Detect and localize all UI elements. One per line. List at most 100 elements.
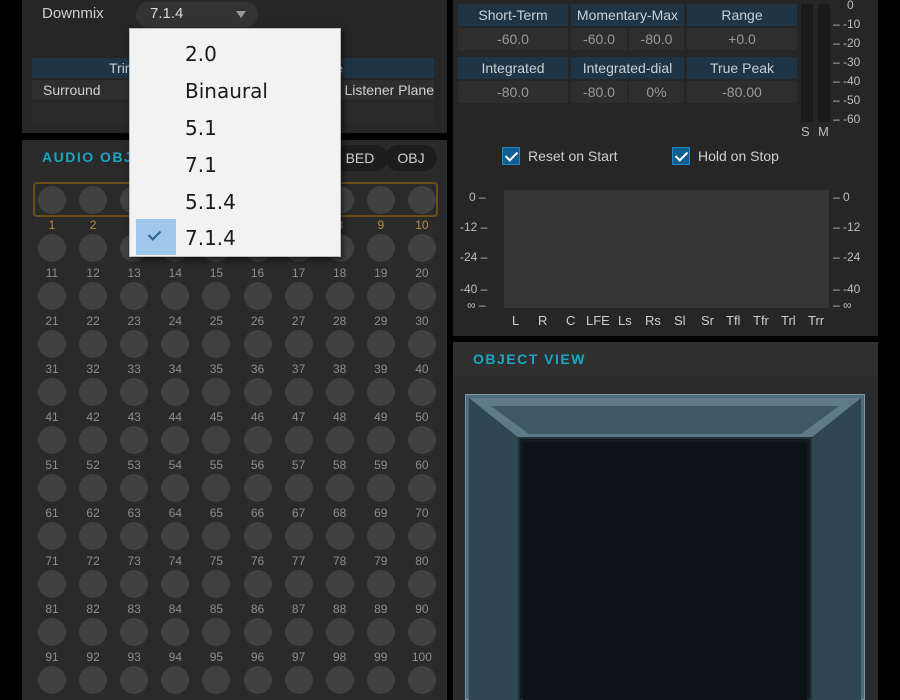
audio-object-102[interactable]: 102 [78,666,108,700]
audio-object-60[interactable]: 60 [407,426,437,472]
audio-object-73[interactable]: 73 [119,522,149,568]
audio-object-56[interactable]: 56 [243,426,273,472]
audio-object-40[interactable]: 40 [407,330,437,376]
dropdown-item-7-1-4[interactable]: 7.1.4 [136,219,334,255]
checkbox-checked-icon[interactable] [672,147,690,165]
audio-object-103[interactable]: 103 [119,666,149,700]
audio-object-71[interactable]: 71 [37,522,67,568]
audio-object-62[interactable]: 62 [78,474,108,520]
audio-object-104[interactable]: 104 [160,666,190,700]
audio-object-41[interactable]: 41 [37,378,67,424]
audio-object-108[interactable]: 108 [325,666,355,700]
audio-object-109[interactable]: 109 [366,666,396,700]
audio-object-85[interactable]: 85 [201,570,231,616]
audio-object-52[interactable]: 52 [78,426,108,472]
obj-button[interactable]: OBJ [385,145,437,171]
audio-object-82[interactable]: 82 [78,570,108,616]
audio-object-50[interactable]: 50 [407,378,437,424]
audio-object-93[interactable]: 93 [119,618,149,664]
audio-object-22[interactable]: 22 [78,282,108,328]
audio-object-1[interactable]: 1 [37,186,67,232]
audio-object-43[interactable]: 43 [119,378,149,424]
audio-object-96[interactable]: 96 [243,618,273,664]
audio-object-12[interactable]: 12 [78,234,108,280]
audio-object-31[interactable]: 31 [37,330,67,376]
audio-object-101[interactable]: 101 [37,666,67,700]
audio-object-69[interactable]: 69 [366,474,396,520]
dropdown-item-7-1[interactable]: 7.1 [136,146,334,182]
audio-object-46[interactable]: 46 [243,378,273,424]
audio-object-42[interactable]: 42 [78,378,108,424]
audio-object-44[interactable]: 44 [160,378,190,424]
checkbox-checked-icon[interactable] [502,147,520,165]
audio-object-2[interactable]: 2 [78,186,108,232]
audio-object-72[interactable]: 72 [78,522,108,568]
audio-object-95[interactable]: 95 [201,618,231,664]
audio-object-81[interactable]: 81 [37,570,67,616]
audio-object-78[interactable]: 78 [325,522,355,568]
audio-object-30[interactable]: 30 [407,282,437,328]
audio-object-86[interactable]: 86 [243,570,273,616]
audio-object-61[interactable]: 61 [37,474,67,520]
audio-object-59[interactable]: 59 [366,426,396,472]
audio-object-84[interactable]: 84 [160,570,190,616]
audio-object-35[interactable]: 35 [201,330,231,376]
audio-object-25[interactable]: 25 [201,282,231,328]
audio-object-48[interactable]: 48 [325,378,355,424]
audio-object-106[interactable]: 106 [243,666,273,700]
audio-object-49[interactable]: 49 [366,378,396,424]
audio-object-89[interactable]: 89 [366,570,396,616]
dropdown-item-binaural[interactable]: Binaural [136,72,334,108]
audio-object-21[interactable]: 21 [37,282,67,328]
reset-on-start-checkbox[interactable]: Reset on Start [502,147,618,165]
audio-object-10[interactable]: 10 [407,186,437,232]
audio-object-32[interactable]: 32 [78,330,108,376]
audio-object-107[interactable]: 107 [284,666,314,700]
audio-object-55[interactable]: 55 [201,426,231,472]
dropdown-item-2-0[interactable]: 2.0 [136,35,334,71]
audio-object-26[interactable]: 26 [243,282,273,328]
audio-object-57[interactable]: 57 [284,426,314,472]
audio-object-51[interactable]: 51 [37,426,67,472]
audio-object-29[interactable]: 29 [366,282,396,328]
audio-object-68[interactable]: 68 [325,474,355,520]
audio-object-54[interactable]: 54 [160,426,190,472]
dropdown-item-5-1[interactable]: 5.1 [136,109,334,145]
audio-object-27[interactable]: 27 [284,282,314,328]
audio-object-83[interactable]: 83 [119,570,149,616]
audio-object-70[interactable]: 70 [407,474,437,520]
hold-on-stop-checkbox[interactable]: Hold on Stop [672,147,779,165]
audio-object-80[interactable]: 80 [407,522,437,568]
audio-object-24[interactable]: 24 [160,282,190,328]
audio-object-87[interactable]: 87 [284,570,314,616]
audio-object-66[interactable]: 66 [243,474,273,520]
audio-object-110[interactable]: 110 [407,666,437,700]
audio-object-37[interactable]: 37 [284,330,314,376]
audio-object-98[interactable]: 98 [325,618,355,664]
audio-object-38[interactable]: 38 [325,330,355,376]
audio-object-79[interactable]: 79 [366,522,396,568]
audio-object-58[interactable]: 58 [325,426,355,472]
downmix-dropdown-menu[interactable]: 2.0 Binaural 5.1 7.1 5.1.4 7.1.4 [129,28,341,257]
room-view[interactable] [465,394,865,700]
downmix-select[interactable]: 7.1.4 [136,2,258,27]
audio-object-9[interactable]: 9 [366,186,396,232]
audio-object-34[interactable]: 34 [160,330,190,376]
audio-object-39[interactable]: 39 [366,330,396,376]
audio-object-75[interactable]: 75 [201,522,231,568]
audio-object-65[interactable]: 65 [201,474,231,520]
audio-object-91[interactable]: 91 [37,618,67,664]
audio-object-36[interactable]: 36 [243,330,273,376]
audio-object-76[interactable]: 76 [243,522,273,568]
audio-object-92[interactable]: 92 [78,618,108,664]
audio-object-99[interactable]: 99 [366,618,396,664]
audio-object-33[interactable]: 33 [119,330,149,376]
audio-object-64[interactable]: 64 [160,474,190,520]
audio-object-105[interactable]: 105 [201,666,231,700]
audio-object-97[interactable]: 97 [284,618,314,664]
audio-object-45[interactable]: 45 [201,378,231,424]
audio-object-20[interactable]: 20 [407,234,437,280]
audio-object-47[interactable]: 47 [284,378,314,424]
dropdown-item-5-1-4[interactable]: 5.1.4 [136,183,334,219]
audio-object-77[interactable]: 77 [284,522,314,568]
